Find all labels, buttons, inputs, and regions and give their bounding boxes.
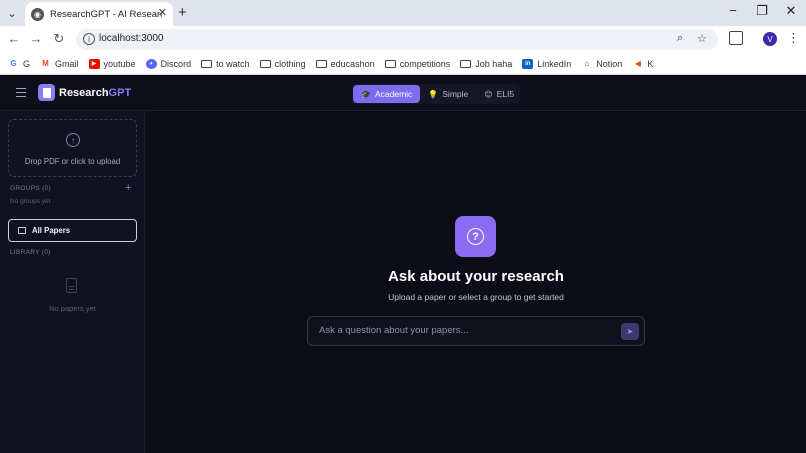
bookmark-folder-competitions[interactable]: competitions — [384, 59, 450, 69]
forward-arrow-icon[interactable]: → — [27, 31, 45, 46]
extensions-puzzle-icon[interactable] — [729, 31, 743, 45]
app-header: ResearchGPT 🎓 Academic 💡 Simple 😊 ELI5 — [0, 76, 806, 111]
notion-icon: ⌂ — [584, 59, 590, 68]
mode-simple-button[interactable]: 💡 Simple — [420, 85, 476, 103]
groups-label: GROUPS (0) — [10, 185, 51, 192]
browser-tab-strip: ⌄ ◉ ResearchGPT - AI Research Pap ✕ + − … — [0, 0, 806, 26]
bookmark-google[interactable]: GG — [8, 59, 30, 69]
zoom-icon[interactable]: ⌕ — [677, 32, 683, 45]
folder-icon — [384, 59, 396, 68]
k-icon: ◀ — [634, 59, 641, 68]
youtube-icon: ▶ — [88, 58, 100, 69]
tab-title: ResearchGPT - AI Research Pap — [50, 8, 162, 20]
gmail-icon: M — [42, 59, 49, 68]
bookmark-k[interactable]: ◀ K — [632, 59, 654, 69]
mode-eli5-button[interactable]: 😊 ELI5 — [476, 85, 522, 103]
tab-favicon-icon: ◉ — [31, 7, 44, 21]
bookmark-star-icon[interactable]: ☆ — [697, 32, 707, 45]
mode-academic-button[interactable]: 🎓 Academic — [353, 85, 421, 103]
mode-switcher: 🎓 Academic 💡 Simple 😊 ELI5 — [352, 84, 520, 104]
upload-cloud-icon: ↑ — [66, 133, 80, 147]
page-subtitle: Upload a paper or select a group to get … — [388, 292, 564, 302]
question-box: ➤ — [307, 316, 645, 346]
new-tab-button[interactable]: + — [178, 4, 187, 21]
add-group-button[interactable]: + — [125, 183, 131, 194]
browser-menu-icon[interactable]: ⋮ — [787, 30, 800, 46]
tab-close-icon[interactable]: ✕ — [158, 6, 167, 19]
question-input[interactable] — [319, 325, 609, 336]
emoji-icon: 😊 — [484, 89, 493, 99]
send-button[interactable]: ➤ — [621, 323, 639, 340]
graduation-cap-icon: 🎓 — [361, 89, 371, 99]
profile-avatar[interactable]: V — [763, 32, 777, 46]
google-icon: G — [10, 59, 17, 68]
pdf-dropzone[interactable]: ↑ Drop PDF or click to upload — [8, 119, 137, 177]
address-bar[interactable]: i localhost:3000 ⌕ ☆ — [76, 29, 718, 50]
reload-icon[interactable]: ↻ — [50, 31, 68, 47]
site-info-icon[interactable]: i — [83, 33, 95, 45]
browser-tab-active[interactable]: ◉ ResearchGPT - AI Research Pap ✕ — [25, 2, 173, 26]
bookmark-youtube[interactable]: ▶ youtube — [88, 58, 136, 69]
folder-icon — [460, 59, 472, 68]
all-papers-button[interactable]: All Papers — [8, 219, 137, 242]
minimize-window-icon[interactable]: − — [723, 3, 743, 18]
url-text[interactable]: localhost:3000 — [99, 33, 164, 44]
bookmark-folder-clothing[interactable]: clothing — [259, 59, 306, 69]
folder-icon — [315, 59, 327, 68]
document-icon — [66, 278, 77, 293]
library-label: LIBRARY (0) — [10, 249, 51, 256]
browser-toolbar: ← → ↻ i localhost:3000 ⌕ ☆ — [0, 26, 806, 53]
library-icon — [18, 227, 26, 234]
tab-search-chevron-icon[interactable]: ⌄ — [4, 5, 20, 21]
linkedin-icon: in — [522, 58, 534, 69]
lightbulb-icon: 💡 — [428, 89, 439, 99]
close-window-icon[interactable]: ✕ — [781, 3, 801, 19]
question-circle-icon: ? — [455, 216, 496, 257]
back-arrow-icon[interactable]: ← — [5, 31, 23, 46]
menu-toggle-icon[interactable] — [16, 88, 26, 97]
all-papers-label: All Papers — [32, 226, 71, 235]
library-empty-text: No papers yet — [49, 304, 96, 313]
dropzone-text: Drop PDF or click to upload — [24, 157, 121, 166]
restore-window-icon[interactable]: ❐ — [752, 3, 772, 19]
app-logo-icon — [38, 84, 55, 101]
sidebar: ↑ Drop PDF or click to upload GROUPS (0)… — [0, 111, 145, 453]
main-panel: ? Ask about your research Upload a paper… — [146, 111, 806, 453]
bookmark-folder-job-haha[interactable]: Job haha — [460, 59, 512, 69]
discord-icon: ◕ — [145, 58, 157, 69]
bookmark-notion[interactable]: ⌂ Notion — [581, 59, 622, 69]
folder-icon — [259, 59, 271, 68]
page-title: Ask about your research — [388, 268, 564, 285]
brand-name: ResearchGPT — [59, 87, 132, 99]
folder-icon — [201, 59, 213, 68]
groups-empty-text: No groups yet — [10, 198, 51, 205]
bookmarks-bar: GG M Gmail ▶ youtube ◕ Discord to watch clo… — [0, 53, 806, 75]
bookmark-linkedin[interactable]: in LinkedIn — [522, 58, 571, 69]
bookmark-folder-educashon[interactable]: educashon — [315, 59, 375, 69]
send-icon: ➤ — [626, 327, 634, 336]
bookmark-folder-to-watch[interactable]: to watch — [201, 59, 250, 69]
bookmark-gmail[interactable]: M Gmail — [40, 59, 78, 69]
bookmark-discord[interactable]: ◕ Discord — [145, 58, 191, 69]
